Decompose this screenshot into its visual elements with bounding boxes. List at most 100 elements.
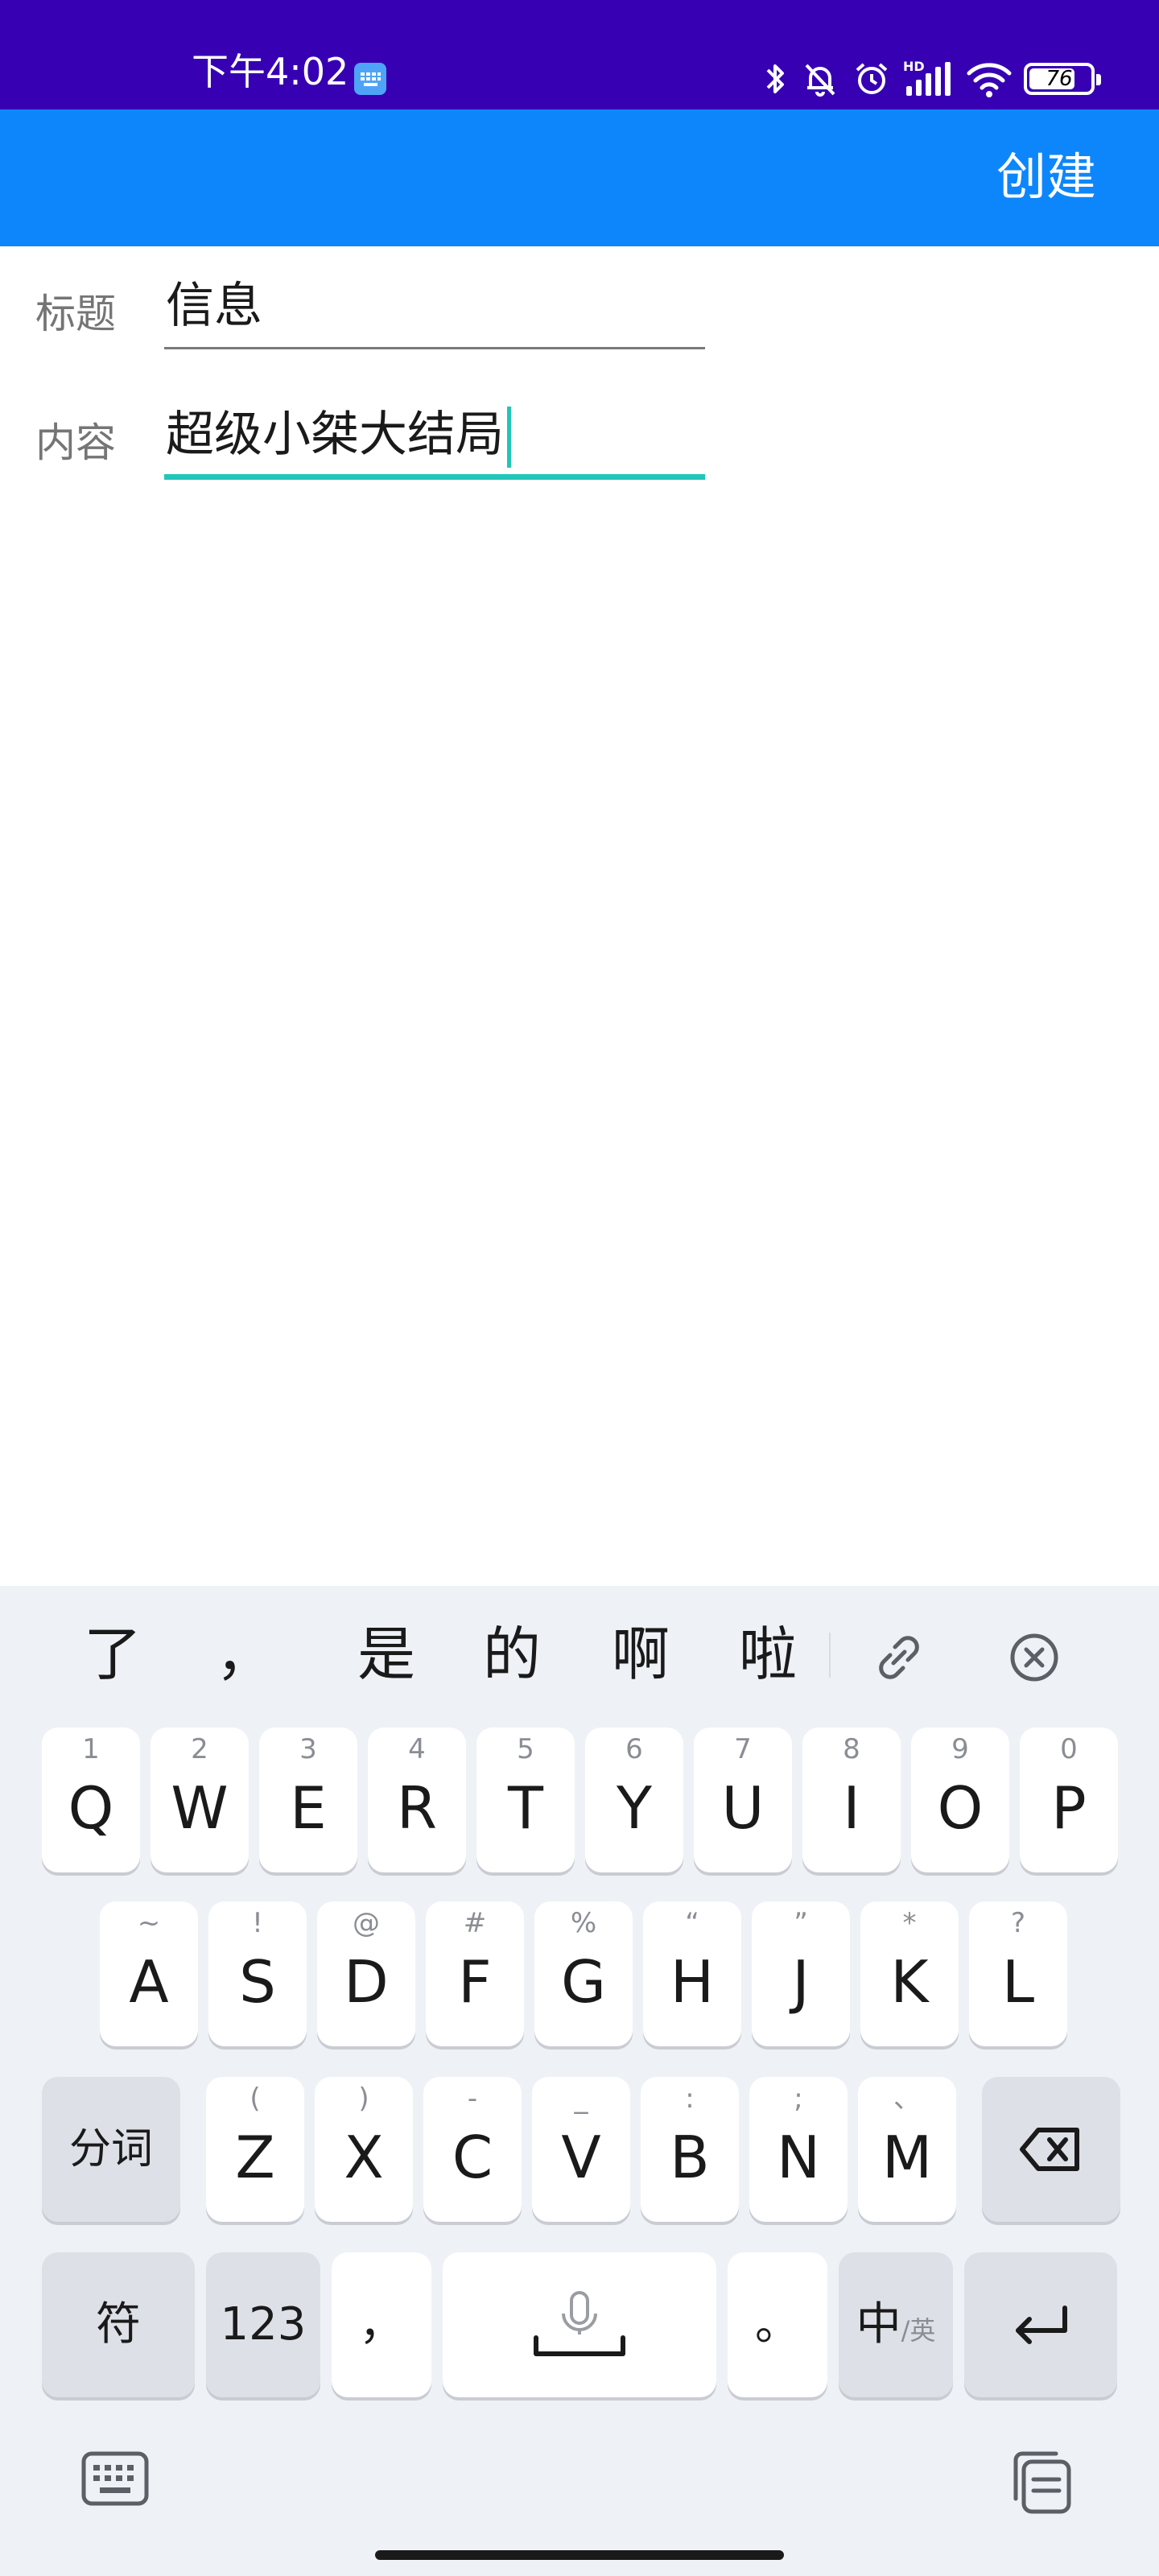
clipboard-icon[interactable] bbox=[1006, 2446, 1079, 2518]
key-hint: 4 bbox=[408, 1733, 426, 1765]
key-i[interactable]: 8I bbox=[802, 1728, 901, 1872]
title-underline bbox=[164, 347, 705, 349]
ime-keyboard: 了 ， 是 的 啊 啦 1Q2W3E4R5T6Y7U8I9O0P ~ A! S @ D #… bbox=[0, 1586, 1159, 2576]
key-hint: : bbox=[685, 2083, 695, 2115]
title-label: 标题 bbox=[35, 291, 116, 337]
key-hint: * bbox=[902, 1907, 917, 1939]
key-hint: 6 bbox=[625, 1733, 643, 1765]
content-field[interactable]: 超级小桀大结局 bbox=[164, 402, 705, 480]
candidate-1[interactable]: 了 bbox=[84, 1618, 142, 1690]
key-c[interactable]: -C bbox=[423, 2077, 522, 2222]
status-bar: 下午4:02 HD 76 bbox=[0, 0, 1159, 109]
key-y[interactable]: 6Y bbox=[585, 1728, 683, 1872]
key-hint: 2 bbox=[191, 1733, 208, 1765]
key-d[interactable]: @ D bbox=[317, 1901, 415, 2046]
key-k[interactable]: * K bbox=[860, 1901, 959, 2046]
key-u[interactable]: 7U bbox=[694, 1728, 792, 1872]
key-h[interactable]: “H bbox=[643, 1901, 741, 2046]
key-label: M bbox=[881, 2124, 933, 2191]
app-bar: 创建 bbox=[0, 109, 1159, 246]
key-q[interactable]: 1Q bbox=[42, 1728, 140, 1872]
numbers-key[interactable]: 123 bbox=[206, 2252, 320, 2397]
keyboard-icon[interactable] bbox=[79, 2447, 151, 2512]
key-label: X bbox=[344, 2124, 384, 2191]
enter-icon bbox=[1016, 2306, 1067, 2344]
bluetooth-icon bbox=[766, 64, 784, 93]
signal-icon: HD bbox=[903, 59, 955, 99]
key-r[interactable]: 4R bbox=[368, 1728, 466, 1872]
microphone-icon bbox=[534, 2291, 625, 2356]
create-button[interactable]: 创建 bbox=[996, 143, 1096, 211]
key-label: R bbox=[396, 1774, 438, 1842]
space-key[interactable] bbox=[443, 2252, 716, 2397]
home-indicator[interactable] bbox=[375, 2550, 784, 2560]
period-key-label: 。 bbox=[755, 2298, 800, 2351]
backspace-key[interactable] bbox=[982, 2077, 1120, 2222]
lang-main: 中 bbox=[856, 2298, 901, 2351]
key-hint: ( bbox=[250, 2083, 261, 2115]
key-hint: - bbox=[467, 2083, 478, 2115]
candidate-separator bbox=[829, 1633, 831, 1678]
key-hint: ! bbox=[252, 1907, 263, 1939]
symbol-key[interactable]: 符 bbox=[42, 2252, 195, 2397]
language-switch-key[interactable]: 中/英 bbox=[839, 2252, 953, 2397]
segment-key[interactable]: 分词 bbox=[42, 2077, 180, 2222]
link-icon[interactable] bbox=[871, 1629, 927, 1686]
key-g[interactable]: % G bbox=[534, 1901, 633, 2046]
enter-key[interactable] bbox=[964, 2252, 1117, 2397]
symbol-key-label: 符 bbox=[96, 2298, 141, 2351]
key-label: O bbox=[937, 1774, 984, 1842]
content-input-value: 超级小桀大结局 bbox=[166, 402, 511, 469]
key-label: S bbox=[239, 1948, 276, 2016]
key-hint: 3 bbox=[299, 1733, 317, 1765]
key-p[interactable]: 0P bbox=[1020, 1728, 1118, 1872]
key-z[interactable]: (Z bbox=[206, 2077, 304, 2222]
candidate-5[interactable]: 啊 bbox=[612, 1618, 670, 1690]
key-hint: # bbox=[463, 1907, 487, 1939]
key-label: J bbox=[792, 1948, 810, 2016]
key-l[interactable]: ? L bbox=[969, 1901, 1067, 2046]
candidate-6[interactable]: 啦 bbox=[739, 1618, 797, 1690]
key-hint: 9 bbox=[951, 1733, 969, 1765]
close-circle-icon[interactable] bbox=[1006, 1629, 1062, 1686]
key-hint: 1 bbox=[82, 1733, 100, 1765]
period-key[interactable]: 。 bbox=[728, 2252, 827, 2397]
comma-key[interactable]: ， bbox=[332, 2252, 431, 2397]
key-w[interactable]: 2W bbox=[151, 1728, 249, 1872]
key-e[interactable]: 3E bbox=[259, 1728, 357, 1872]
key-t[interactable]: 5T bbox=[476, 1728, 575, 1872]
key-b[interactable]: :B bbox=[641, 2077, 739, 2222]
key-hint: _ bbox=[574, 2083, 588, 2115]
key-a[interactable]: ~ A bbox=[100, 1901, 198, 2046]
key-label: G bbox=[561, 1948, 606, 2016]
key-n[interactable]: ; N bbox=[749, 2077, 848, 2222]
lang-sub: /英 bbox=[901, 2315, 936, 2346]
key-x[interactable]: ) X bbox=[315, 2077, 413, 2222]
alarm-icon bbox=[856, 63, 888, 94]
key-label: Y bbox=[617, 1774, 652, 1842]
candidate-2[interactable]: ， bbox=[216, 1618, 274, 1690]
candidate-4[interactable]: 的 bbox=[483, 1618, 541, 1690]
key-hint: ? bbox=[1010, 1907, 1026, 1939]
key-label: E bbox=[290, 1774, 327, 1842]
key-f[interactable]: # F bbox=[426, 1901, 524, 2046]
battery-tip bbox=[1096, 74, 1101, 85]
candidate-3[interactable]: 是 bbox=[357, 1618, 415, 1690]
key-v[interactable]: _ V bbox=[532, 2077, 630, 2222]
key-m[interactable]: 、 M bbox=[858, 2077, 956, 2222]
key-hint: @ bbox=[353, 1907, 380, 1939]
key-j[interactable]: ” J bbox=[752, 1901, 850, 2046]
key-s[interactable]: ! S bbox=[208, 1901, 307, 2046]
numbers-key-label: 123 bbox=[220, 2298, 307, 2351]
key-o[interactable]: 9O bbox=[911, 1728, 1009, 1872]
comma-key-label: ， bbox=[359, 2298, 404, 2351]
key-label: D bbox=[344, 1948, 389, 2016]
backspace-icon bbox=[1020, 2128, 1079, 2171]
key-hint: ” bbox=[794, 1907, 808, 1939]
status-icons: HD 76 bbox=[761, 56, 1101, 101]
key-hint: 8 bbox=[843, 1733, 860, 1765]
key-label: T bbox=[508, 1774, 543, 1842]
key-hint: “ bbox=[685, 1907, 699, 1939]
title-input-value: 信息 bbox=[166, 278, 262, 334]
title-field[interactable]: 信息 bbox=[164, 274, 705, 349]
